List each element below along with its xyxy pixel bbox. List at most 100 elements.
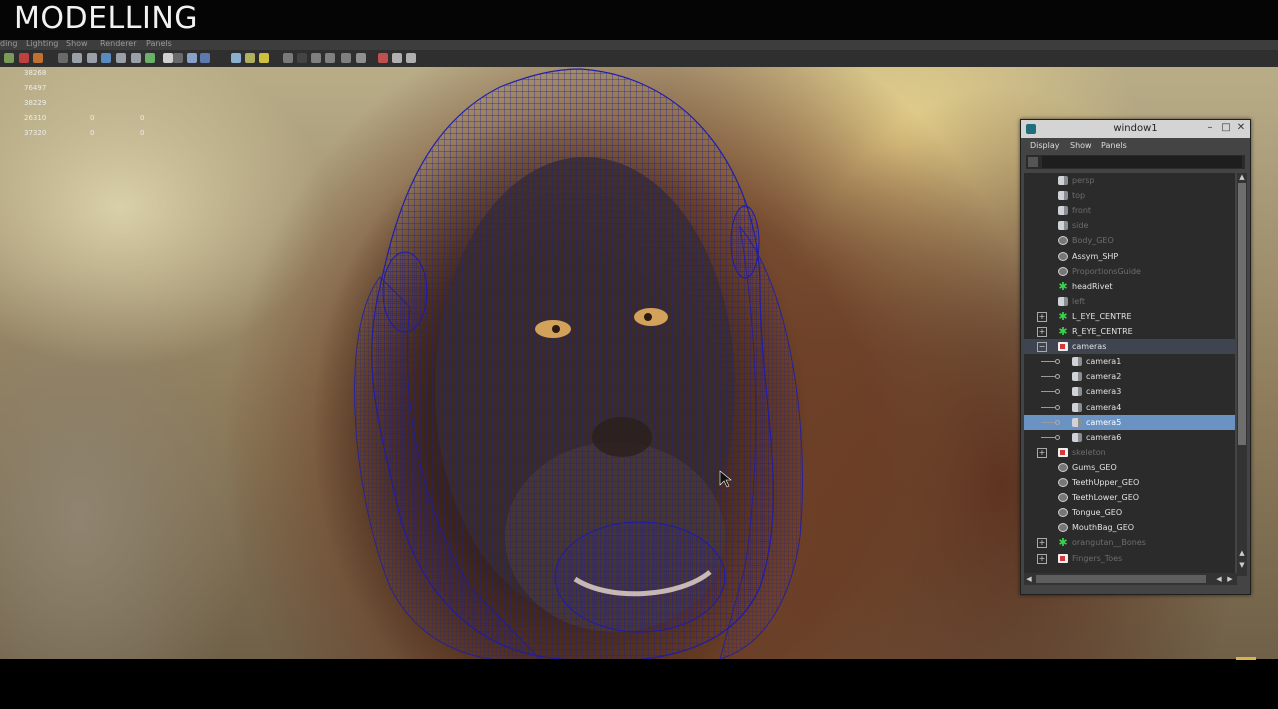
toolbar-tool-icon[interactable] <box>163 53 173 63</box>
outliner-item[interactable]: side <box>1024 218 1235 233</box>
toolbar-tool-icon[interactable] <box>187 53 197 63</box>
outliner-item[interactable]: persp <box>1024 173 1235 188</box>
scroll-up-icon[interactable]: ▲ <box>1237 549 1247 557</box>
toolbar-tool-icon[interactable] <box>406 53 416 63</box>
toolbar-tool-icon[interactable] <box>200 53 210 63</box>
maximize-icon[interactable]: □ <box>1220 122 1232 133</box>
outliner-item[interactable]: camera1 <box>1024 354 1235 369</box>
outliner-item[interactable]: camera2 <box>1024 369 1235 384</box>
outliner-vertical-scrollbar[interactable]: ▲ ▲ ▼ <box>1237 173 1247 576</box>
outliner-menu-item[interactable]: Panels <box>1101 141 1127 150</box>
toolbar-tool-icon[interactable] <box>231 53 241 63</box>
toolbar-tool-icon[interactable] <box>33 53 43 63</box>
group-icon <box>1058 553 1068 563</box>
outliner-item[interactable]: front <box>1024 203 1235 218</box>
toolbar-tool-icon[interactable] <box>19 53 29 63</box>
outliner-menu-item[interactable]: Display <box>1030 141 1060 150</box>
toolbar-tool-icon[interactable] <box>131 53 141 63</box>
main-menu-item[interactable]: ding <box>0 39 17 48</box>
toolbar-tool-icon[interactable] <box>87 53 97 63</box>
toolbar-tool-icon[interactable] <box>356 53 366 63</box>
outliner-item[interactable]: + skeleton <box>1024 445 1235 460</box>
outliner-item[interactable]: camera5 <box>1024 414 1235 430</box>
outliner-menu-item[interactable]: Show <box>1070 141 1092 150</box>
close-icon[interactable]: ✕ <box>1235 122 1247 133</box>
scroll-left-icon[interactable]: ◀ <box>1024 575 1034 583</box>
outliner-item[interactable]: top <box>1024 188 1235 203</box>
outliner-item[interactable]: Body_GEO <box>1024 233 1235 248</box>
outliner-window[interactable]: window1 – □ ✕ Display Show Panels persp top… <box>1020 119 1251 595</box>
toolbar-tool-icon[interactable] <box>58 53 68 63</box>
outliner-item[interactable]: + ✱ L_EYE_CENTRE <box>1024 309 1235 324</box>
mesh-icon <box>1058 493 1068 503</box>
toolbar-tool-icon[interactable] <box>116 53 126 63</box>
outliner-item-label: MouthBag_GEO <box>1072 523 1135 533</box>
outliner-item[interactable]: + ✱ orangutan__Bones <box>1024 535 1235 550</box>
scroll-left-icon[interactable]: ◀ <box>1214 575 1224 583</box>
outliner-item[interactable]: Gums_GEO <box>1024 460 1235 475</box>
outliner-item-label: orangutan__Bones <box>1072 538 1146 548</box>
tree-node-dot <box>1055 374 1060 380</box>
minimize-icon[interactable]: – <box>1204 122 1216 133</box>
main-menu-item[interactable]: Renderer <box>100 39 137 48</box>
outliner-search-input[interactable] <box>1042 156 1242 168</box>
outliner-item[interactable]: + Fingers_Toes <box>1024 551 1235 566</box>
outliner-item-label: front <box>1072 206 1092 216</box>
toolbar-tool-icon[interactable] <box>392 53 402 63</box>
outliner-item[interactable]: TeethLower_GEO <box>1024 490 1235 505</box>
tree-node-dot <box>1055 359 1060 365</box>
filter-icon[interactable] <box>1028 157 1038 167</box>
toolbar-tool-icon[interactable] <box>259 53 269 63</box>
vertical-scroll-thumb[interactable] <box>1238 183 1246 445</box>
outliner-item[interactable]: MouthBag_GEO <box>1024 520 1235 535</box>
scroll-down-icon[interactable]: ▼ <box>1237 561 1247 569</box>
expand-toggle-icon[interactable]: + <box>1037 311 1047 322</box>
outliner-item[interactable]: camera4 <box>1024 400 1235 415</box>
horizontal-scroll-thumb[interactable] <box>1036 575 1206 583</box>
toolbar-tool-icon[interactable] <box>378 53 388 63</box>
outliner-item[interactable]: − cameras <box>1024 339 1235 355</box>
outliner-title-bar[interactable]: window1 – □ ✕ <box>1021 120 1250 138</box>
camera-icon <box>1058 221 1068 231</box>
toolbar-tool-icon[interactable] <box>245 53 255 63</box>
outliner-item-label: TeethLower_GEO <box>1072 493 1140 503</box>
outliner-item[interactable]: left <box>1024 294 1235 309</box>
mesh-icon <box>1058 508 1068 518</box>
main-menu-item[interactable]: Lighting <box>26 39 58 48</box>
toolbar-tool-icon[interactable] <box>173 53 183 63</box>
outliner-item[interactable]: Tongue_GEO <box>1024 505 1235 520</box>
outliner-item[interactable]: camera6 <box>1024 430 1235 445</box>
outliner-item[interactable]: ✱ headRivet <box>1024 279 1235 294</box>
tree-connector <box>1041 391 1055 393</box>
hud-stat-value: 76497 <box>24 84 47 92</box>
scroll-up-icon[interactable]: ▲ <box>1237 173 1247 181</box>
expand-toggle-icon[interactable]: + <box>1037 327 1047 337</box>
toolbar-tool-icon[interactable] <box>283 53 293 63</box>
scroll-right-icon[interactable]: ▶ <box>1225 575 1235 583</box>
toolbar-tool-icon[interactable] <box>297 53 307 63</box>
outliner-item[interactable]: ProportionsGuide <box>1024 264 1235 279</box>
outliner-item-label: side <box>1072 221 1089 231</box>
main-menu-item[interactable]: Show <box>66 39 88 48</box>
toolbar-tool-icon[interactable] <box>72 53 82 63</box>
toolbar-tool-icon[interactable] <box>325 53 335 63</box>
expand-toggle-icon[interactable]: + <box>1037 553 1047 564</box>
expand-toggle-icon[interactable]: + <box>1037 538 1047 549</box>
expand-toggle-icon[interactable]: − <box>1037 342 1047 353</box>
outliner-item[interactable]: TeethUpper_GEO <box>1024 475 1235 490</box>
outliner-item-label: Body_GEO <box>1072 236 1114 246</box>
outliner-item[interactable]: Assym_SHP <box>1024 249 1235 264</box>
toolbar-tool-icon[interactable] <box>145 53 155 63</box>
expand-toggle-icon[interactable]: + <box>1037 447 1047 458</box>
toolbar-tool-icon[interactable] <box>4 53 14 63</box>
toolbar-tool-icon[interactable] <box>101 53 111 63</box>
toolbar-tool-icon[interactable] <box>341 53 351 63</box>
outliner-item[interactable]: + ✱ R_EYE_CENTRE <box>1024 324 1235 339</box>
outliner-item[interactable]: camera3 <box>1024 384 1235 399</box>
mesh-icon <box>1058 236 1068 246</box>
toolbar-tool-icon[interactable] <box>311 53 321 63</box>
outliner-horizontal-scrollbar[interactable]: ◀ ◀ ▶ <box>1024 573 1237 585</box>
outliner-item-label: left <box>1072 296 1085 306</box>
mesh-icon <box>1058 251 1068 261</box>
main-menu-item[interactable]: Panels <box>146 39 172 48</box>
